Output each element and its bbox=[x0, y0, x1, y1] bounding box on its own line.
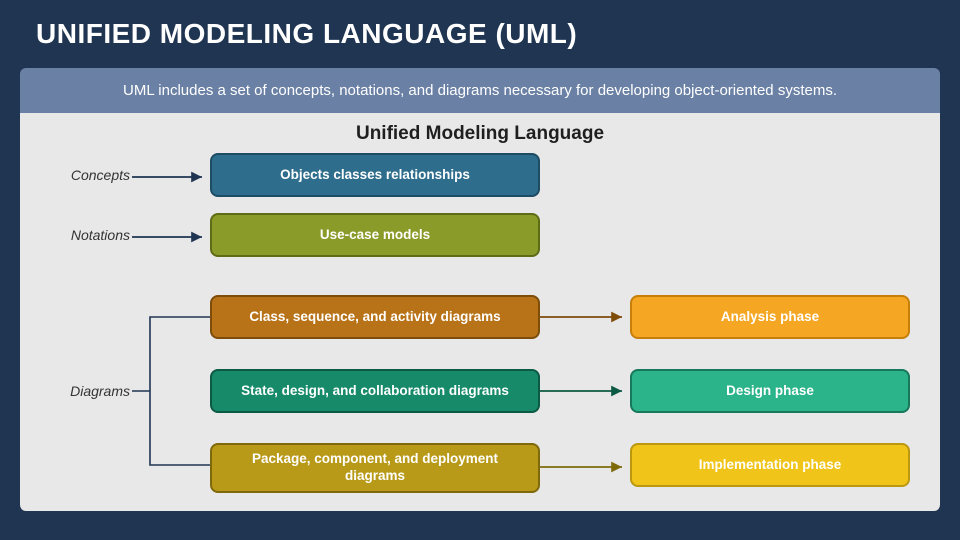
label-notations: Notations bbox=[40, 227, 130, 243]
phase-analysis: Analysis phase bbox=[630, 295, 910, 339]
label-diagrams: Diagrams bbox=[40, 383, 130, 399]
connector-diagrams-bracket bbox=[120, 313, 220, 473]
arrow-to-design bbox=[540, 385, 632, 397]
subtitle-bar: UML includes a set of concepts, notation… bbox=[20, 68, 940, 113]
box-diagram-3: Package, component, and deployment diagr… bbox=[210, 443, 540, 493]
arrow-concepts bbox=[132, 171, 210, 183]
box-diagram-2: State, design, and collaboration diagram… bbox=[210, 369, 540, 413]
phase-implementation: Implementation phase bbox=[630, 443, 910, 487]
arrow-to-implementation bbox=[540, 461, 632, 473]
box-notations: Use-case models bbox=[210, 213, 540, 257]
panel-heading: Unified Modeling Language bbox=[20, 113, 940, 145]
arrow-to-analysis bbox=[540, 311, 632, 323]
slide-title: UNIFIED MODELING LANGUAGE (UML) bbox=[0, 0, 960, 50]
label-concepts: Concepts bbox=[40, 167, 130, 183]
box-concepts: Objects classes relationships bbox=[210, 153, 540, 197]
arrow-notations bbox=[132, 231, 210, 243]
box-diagram-1: Class, sequence, and activity diagrams bbox=[210, 295, 540, 339]
phase-design: Design phase bbox=[630, 369, 910, 413]
content-panel: Unified Modeling Language Concepts Notat… bbox=[20, 113, 940, 511]
